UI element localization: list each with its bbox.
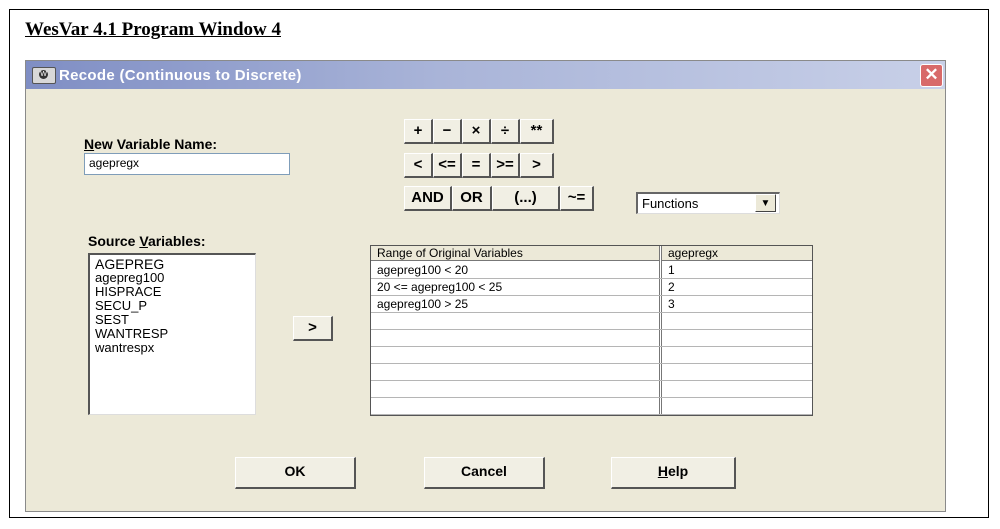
and-button[interactable]: AND xyxy=(404,186,452,211)
column-divider xyxy=(659,246,660,415)
recode-table[interactable]: Range of Original Variables agepregx age… xyxy=(370,245,813,416)
table-header-agepregx[interactable]: agepregx xyxy=(662,246,812,261)
chevron-down-icon[interactable]: ▼ xyxy=(755,194,776,212)
window-title: Recode (Continuous to Discrete) xyxy=(59,67,302,84)
table-header-range[interactable]: Range of Original Variables xyxy=(371,246,659,261)
ok-button[interactable]: OK xyxy=(235,457,356,489)
row-divider xyxy=(371,414,812,415)
cancel-button[interactable]: Cancel xyxy=(424,457,545,489)
multiply-button[interactable]: × xyxy=(462,119,491,144)
table-cell-range[interactable]: agepreg100 < 20 xyxy=(371,262,659,278)
app-icon: W xyxy=(32,67,56,84)
list-item[interactable]: WANTRESP xyxy=(90,327,255,341)
table-cell-range[interactable]: 20 <= agepreg100 < 25 xyxy=(371,279,659,295)
row-divider xyxy=(371,397,812,398)
list-item[interactable]: HISPRACE xyxy=(90,285,255,299)
plus-button[interactable]: + xyxy=(404,119,433,144)
new-variable-label: New Variable Name: xyxy=(84,136,218,152)
divide-button[interactable]: ÷ xyxy=(491,119,520,144)
row-divider xyxy=(371,346,812,347)
minus-button[interactable]: − xyxy=(433,119,462,144)
parentheses-button[interactable]: (...) xyxy=(492,186,560,211)
not-equal-button[interactable]: ~= xyxy=(560,186,594,211)
less-than-button[interactable]: < xyxy=(404,153,433,178)
close-button[interactable]: ✕ xyxy=(920,64,943,87)
less-equal-button[interactable]: <= xyxy=(433,153,462,178)
greater-equal-button[interactable]: >= xyxy=(491,153,520,178)
row-divider xyxy=(371,363,812,364)
table-cell-value[interactable]: 3 xyxy=(662,296,812,312)
functions-dropdown-value: Functions xyxy=(642,196,699,211)
list-item[interactable]: SEST xyxy=(90,313,255,327)
table-cell-value[interactable]: 1 xyxy=(662,262,812,278)
help-button[interactable]: Help xyxy=(611,457,736,489)
add-variable-button[interactable]: > xyxy=(293,316,333,341)
row-divider xyxy=(371,312,812,313)
recode-dialog: W Recode (Continuous to Discrete) ✕ New … xyxy=(25,60,946,512)
greater-than-button[interactable]: > xyxy=(520,153,554,178)
source-variables-list[interactable]: AGEPREG agepreg100 HISPRACE SECU_P SEST WANTR… xyxy=(88,253,256,415)
row-divider xyxy=(371,380,812,381)
list-item[interactable]: wantrespx xyxy=(90,341,255,355)
list-item[interactable]: SECU_P xyxy=(90,299,255,313)
functions-dropdown[interactable]: Functions ▼ xyxy=(636,192,780,214)
equals-button[interactable]: = xyxy=(462,153,491,178)
table-cell-value[interactable]: 2 xyxy=(662,279,812,295)
title-bar[interactable]: W Recode (Continuous to Discrete) ✕ xyxy=(26,61,945,89)
source-variables-label: Source Variables: xyxy=(88,233,206,249)
table-cell-range[interactable]: agepreg100 > 25 xyxy=(371,296,659,312)
list-item[interactable]: AGEPREG xyxy=(90,257,255,271)
list-item[interactable]: agepreg100 xyxy=(90,271,255,285)
or-button[interactable]: OR xyxy=(452,186,492,211)
document-title: WesVar 4.1 Program Window 4 xyxy=(25,19,281,40)
row-divider xyxy=(371,329,812,330)
new-variable-input[interactable]: agepregx xyxy=(84,153,290,175)
power-button[interactable]: ** xyxy=(520,119,554,144)
